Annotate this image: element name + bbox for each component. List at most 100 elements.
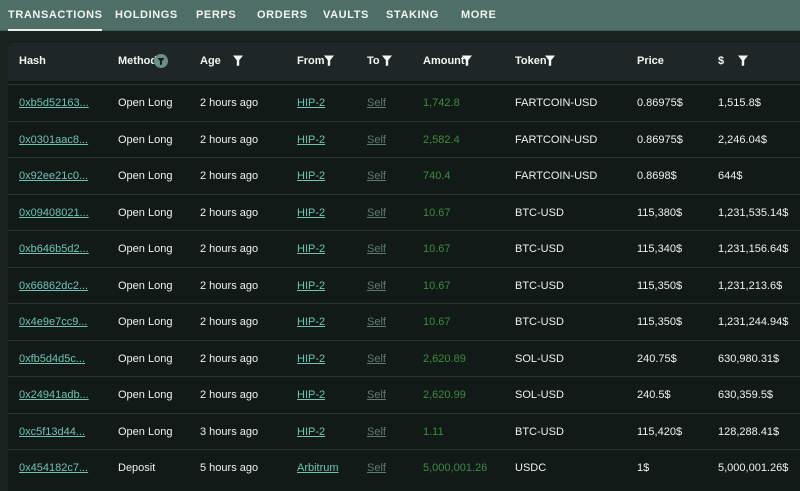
header-token: Token [515, 55, 547, 67]
usd-cell: 5,000,001.26$ [718, 462, 789, 474]
age-cell: 5 hours ago [200, 462, 259, 474]
tab-more[interactable]: MORE [461, 0, 496, 31]
age-cell: 2 hours ago [200, 243, 259, 255]
to-link[interactable]: Self [367, 414, 386, 450]
method-cell: Open Long [118, 353, 173, 365]
from-link[interactable]: HIP-2 [297, 377, 325, 413]
price-cell: 115,380$ [637, 207, 683, 219]
tab-perps[interactable]: PERPS [196, 0, 236, 31]
token-cell: SOL-USD [515, 389, 564, 401]
usd-cell: 1,515.8$ [718, 97, 761, 109]
age-cell: 2 hours ago [200, 316, 259, 328]
from-link[interactable]: HIP-2 [297, 414, 325, 450]
to-link[interactable]: Self [367, 158, 386, 194]
header-hash: Hash [19, 55, 46, 67]
price-cell: 1$ [637, 462, 650, 474]
filter-icon[interactable] [323, 54, 335, 67]
age-cell: 2 hours ago [200, 389, 259, 401]
amount-cell: 2,620.89 [423, 353, 466, 365]
tab-bar: TRANSACTIONS HOLDINGS PERPS ORDERS VAULT… [0, 0, 800, 31]
token-cell: FARTCOIN-USD [515, 134, 598, 146]
method-cell: Open Long [118, 207, 173, 219]
hash-link[interactable]: 0x4e9e7cc9... [19, 304, 88, 340]
hash-link[interactable]: 0x09408021... [19, 195, 89, 231]
token-cell: BTC-USD [515, 207, 564, 219]
price-cell: 0.86975$ [637, 134, 683, 146]
age-cell: 2 hours ago [200, 207, 259, 219]
age-cell: 3 hours ago [200, 426, 259, 438]
to-link[interactable]: Self [367, 450, 386, 486]
usd-cell: 630,980.31$ [718, 353, 780, 365]
tab-vaults[interactable]: VAULTS [323, 0, 369, 31]
method-cell: Open Long [118, 426, 173, 438]
filter-icon[interactable] [232, 54, 244, 67]
amount-cell: 740.4 [423, 170, 451, 182]
hash-link[interactable]: 0x0301aac8... [19, 122, 88, 158]
token-cell: SOL-USD [515, 353, 564, 365]
usd-cell: 1,231,535.14$ [718, 207, 789, 219]
tab-holdings[interactable]: HOLDINGS [115, 0, 178, 31]
hash-link[interactable]: 0x24941adb... [19, 377, 89, 413]
price-cell: 115,350$ [637, 316, 683, 328]
from-link[interactable]: HIP-2 [297, 85, 325, 121]
filter-icon[interactable] [544, 54, 556, 67]
usd-cell: 1,231,244.94$ [718, 316, 789, 328]
token-cell: FARTCOIN-USD [515, 97, 598, 109]
age-cell: 2 hours ago [200, 170, 259, 182]
to-link[interactable]: Self [367, 85, 386, 121]
to-link[interactable]: Self [367, 195, 386, 231]
method-cell: Open Long [118, 134, 173, 146]
hash-link[interactable]: 0x454182c7... [19, 450, 88, 486]
token-cell: BTC-USD [515, 426, 564, 438]
method-cell: Open Long [118, 316, 173, 328]
age-cell: 2 hours ago [200, 353, 259, 365]
age-cell: 2 hours ago [200, 280, 259, 292]
to-link[interactable]: Self [367, 341, 386, 377]
token-cell: BTC-USD [515, 243, 564, 255]
from-link[interactable]: HIP-2 [297, 195, 325, 231]
from-link[interactable]: HIP-2 [297, 231, 325, 267]
from-link[interactable]: HIP-2 [297, 341, 325, 377]
to-link[interactable]: Self [367, 122, 386, 158]
hash-link[interactable]: 0xc5f13d44... [19, 414, 85, 450]
token-cell: FARTCOIN-USD [515, 170, 598, 182]
from-link[interactable]: HIP-2 [297, 268, 325, 304]
header-price: Price [637, 55, 664, 67]
price-cell: 240.5$ [637, 389, 671, 401]
tab-orders[interactable]: ORDERS [257, 0, 308, 31]
token-cell: USDC [515, 462, 547, 474]
token-cell: BTC-USD [515, 316, 564, 328]
to-link[interactable]: Self [367, 231, 386, 267]
to-link[interactable]: Self [367, 377, 386, 413]
method-cell: Open Long [118, 97, 173, 109]
header-method: Method [118, 55, 158, 67]
token-cell: BTC-USD [515, 280, 564, 292]
method-cell: Open Long [118, 280, 173, 292]
header-age: Age [200, 55, 221, 67]
usd-cell: 1,231,213.6$ [718, 280, 783, 292]
filter-active-icon[interactable] [154, 54, 168, 68]
from-link[interactable]: HIP-2 [297, 122, 325, 158]
method-cell: Open Long [118, 243, 173, 255]
from-link[interactable]: HIP-2 [297, 304, 325, 340]
price-cell: 115,420$ [637, 426, 683, 438]
to-link[interactable]: Self [367, 268, 386, 304]
filter-icon[interactable] [381, 54, 393, 67]
age-cell: 2 hours ago [200, 134, 259, 146]
price-cell: 115,340$ [637, 243, 683, 255]
filter-icon[interactable] [737, 54, 749, 67]
filter-icon[interactable] [461, 54, 473, 67]
to-link[interactable]: Self [367, 304, 386, 340]
hash-link[interactable]: 0xb5d52163... [19, 85, 89, 121]
hash-link[interactable]: 0xb646b5d2... [19, 231, 89, 267]
price-cell: 0.86975$ [637, 97, 683, 109]
amount-cell: 10.67 [423, 243, 451, 255]
tab-staking[interactable]: STAKING [386, 0, 439, 31]
hash-link[interactable]: 0x92ee21c0... [19, 158, 88, 194]
amount-cell: 2,620.99 [423, 389, 466, 401]
from-link[interactable]: HIP-2 [297, 158, 325, 194]
tab-transactions[interactable]: TRANSACTIONS [8, 0, 102, 31]
hash-link[interactable]: 0xfb5d4d5c... [19, 341, 85, 377]
hash-link[interactable]: 0x66862dc2... [19, 268, 88, 304]
from-link[interactable]: Arbitrum [297, 450, 339, 486]
